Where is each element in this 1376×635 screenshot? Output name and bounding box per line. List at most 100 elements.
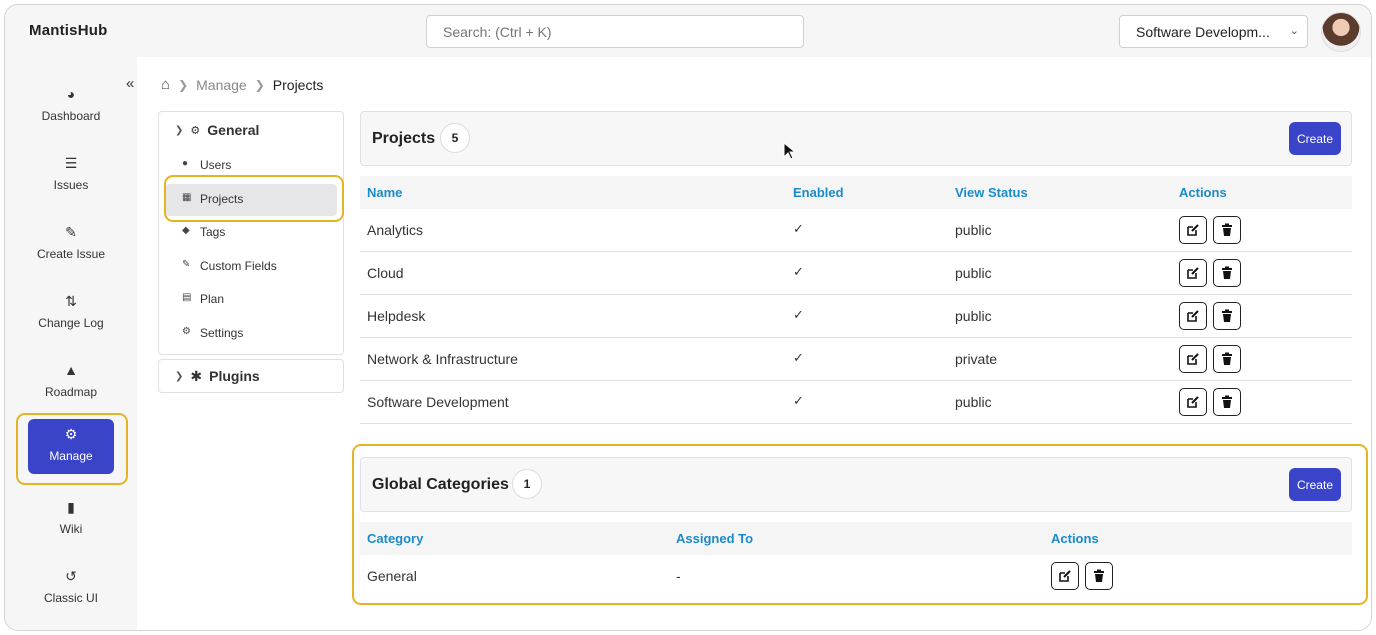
edit-icon bbox=[1187, 396, 1199, 408]
general-group-toggle[interactable]: ❯ ⚙ General bbox=[175, 122, 259, 138]
refresh-icon: ⇅ bbox=[65, 293, 77, 309]
chevron-right-icon: ❯ bbox=[175, 370, 184, 382]
sidebar-item-issues[interactable]: ☰ Issues bbox=[28, 148, 114, 204]
edit-icon bbox=[1187, 224, 1199, 236]
sidebar-item-label: Classic UI bbox=[43, 591, 98, 605]
table-row: Software Development ✓ public bbox=[360, 381, 1352, 424]
chevron-right-icon: ❯ bbox=[178, 77, 189, 92]
sidebar-item-dashboard[interactable]: ◕ Dashboard bbox=[28, 79, 114, 135]
settings-item-label: Tags bbox=[200, 225, 226, 239]
project-name[interactable]: Software Development bbox=[367, 394, 509, 410]
check-icon: ✓ bbox=[793, 264, 804, 279]
column-header[interactable]: Name bbox=[367, 185, 402, 200]
sidebar-item-roadmap[interactable]: ▲ Roadmap bbox=[28, 355, 114, 411]
main-sidebar: ◕ Dashboard ☰ Issues ✎ Create Issue ⇅ Ch… bbox=[5, 57, 137, 630]
sidebar-item-label: Create Issue bbox=[36, 247, 106, 261]
app-logo[interactable]: MantisHub bbox=[29, 22, 107, 39]
chevron-right-icon: ❯ bbox=[254, 77, 265, 92]
project-name[interactable]: Network & Infrastructure bbox=[367, 351, 518, 367]
plugins-group-label: Plugins bbox=[209, 368, 260, 384]
avatar[interactable] bbox=[1321, 12, 1361, 52]
view-status: public bbox=[955, 265, 992, 281]
projects-section-header: Projects 5 Create bbox=[360, 111, 1352, 166]
sidebar-item-classic-ui[interactable]: ↺ Classic UI bbox=[28, 561, 114, 617]
settings-item-plan[interactable]: ▤ Plan bbox=[165, 284, 337, 316]
project-name[interactable]: Helpdesk bbox=[367, 308, 425, 324]
sidebar-item-wiki[interactable]: ▮ Wiki bbox=[28, 492, 114, 548]
gear-icon: ⚙ bbox=[182, 326, 191, 337]
breadcrumb-manage[interactable]: Manage bbox=[196, 77, 247, 93]
sidebar-item-change-log[interactable]: ⇅ Change Log bbox=[28, 286, 114, 342]
sidebar-item-label: Change Log bbox=[38, 316, 104, 330]
count-badge: 5 bbox=[440, 123, 470, 153]
breadcrumb: ⌂ ❯ Manage ❯ Projects bbox=[161, 76, 323, 93]
edit-icon: ✎ bbox=[65, 224, 77, 240]
trash-icon bbox=[1222, 266, 1232, 279]
project-selector[interactable]: Software Developm... ⌄ bbox=[1119, 15, 1308, 48]
plugins-group-toggle[interactable]: ❯ ✱ Plugins bbox=[158, 359, 344, 393]
check-icon: ✓ bbox=[793, 307, 804, 322]
sidebar-item-label: Issues bbox=[53, 178, 89, 192]
column-header[interactable]: View Status bbox=[955, 185, 1028, 200]
column-header: Actions bbox=[1179, 185, 1227, 200]
create-project-button[interactable]: Create bbox=[1288, 122, 1341, 155]
edit-button[interactable] bbox=[1179, 216, 1207, 244]
tags-icon: ◆ bbox=[182, 225, 190, 236]
bank-icon: ▤ bbox=[182, 292, 192, 303]
global-categories-highlight bbox=[352, 444, 1368, 605]
settings-item-custom-fields[interactable]: ✎ Custom Fields bbox=[165, 251, 337, 283]
edit-icon bbox=[1187, 310, 1199, 322]
mouse-cursor-icon bbox=[783, 142, 795, 160]
delete-button[interactable] bbox=[1213, 388, 1241, 416]
file-icon: ▮ bbox=[67, 499, 75, 515]
chevron-down-icon: ❯ bbox=[175, 124, 184, 136]
table-row: Network & Infrastructure ✓ private bbox=[360, 338, 1352, 381]
edit-button[interactable] bbox=[1179, 259, 1207, 287]
delete-button[interactable] bbox=[1213, 216, 1241, 244]
breadcrumb-projects: Projects bbox=[272, 76, 324, 93]
table-row: Helpdesk ✓ public bbox=[360, 295, 1352, 338]
check-icon: ✓ bbox=[793, 393, 804, 408]
delete-button[interactable] bbox=[1213, 345, 1241, 373]
manage-highlight bbox=[16, 413, 128, 485]
settings-item-label: Settings bbox=[200, 326, 244, 340]
check-icon: ✓ bbox=[793, 221, 804, 236]
list-icon: ☰ bbox=[64, 155, 78, 171]
sidebar-item-label: Dashboard bbox=[41, 109, 101, 123]
column-header[interactable]: Enabled bbox=[793, 185, 844, 200]
view-status: public bbox=[955, 394, 992, 410]
general-group-label: General bbox=[207, 122, 260, 138]
delete-button[interactable] bbox=[1213, 259, 1241, 287]
sidebar-item-label: Roadmap bbox=[44, 385, 98, 399]
section-title: Projects bbox=[372, 130, 436, 147]
app-window: MantisHub Software Developm... ⌄ ◕ Dashb… bbox=[4, 4, 1372, 631]
trash-icon bbox=[1222, 223, 1232, 236]
road-icon: ▲ bbox=[64, 362, 78, 378]
settings-item-settings[interactable]: ⚙ Settings bbox=[165, 318, 337, 350]
view-status: private bbox=[955, 351, 998, 367]
edit-button[interactable] bbox=[1179, 345, 1207, 373]
edit-button[interactable] bbox=[1179, 388, 1207, 416]
view-status: public bbox=[955, 222, 992, 238]
dashboard-icon: ◕ bbox=[66, 86, 76, 102]
home-icon[interactable]: ⌂ bbox=[161, 76, 170, 93]
table-row: Analytics ✓ public bbox=[360, 209, 1352, 252]
trash-icon bbox=[1222, 309, 1232, 322]
collapse-sidebar-icon[interactable]: « bbox=[126, 75, 134, 92]
settings-item-label: Plan bbox=[200, 292, 225, 306]
delete-button[interactable] bbox=[1213, 302, 1241, 330]
sidebar-item-create-issue[interactable]: ✎ Create Issue bbox=[28, 217, 114, 273]
settings-item-label: Custom Fields bbox=[200, 259, 277, 273]
project-name[interactable]: Cloud bbox=[367, 265, 404, 281]
edit-button[interactable] bbox=[1179, 302, 1207, 330]
projects-table-header: Name Enabled View Status Actions bbox=[360, 176, 1352, 209]
check-icon: ✓ bbox=[793, 350, 804, 365]
project-name[interactable]: Analytics bbox=[367, 222, 423, 238]
search-input[interactable] bbox=[426, 15, 804, 48]
trash-icon bbox=[1222, 395, 1232, 408]
edit-icon bbox=[1187, 267, 1199, 279]
project-selector-value: Software Developm... bbox=[1136, 24, 1270, 40]
puzzle-icon: ✱ bbox=[190, 367, 203, 384]
gear-icon: ⚙ bbox=[190, 124, 201, 137]
main-content: ⌂ ❯ Manage ❯ Projects ❯ ⚙ General ● User… bbox=[137, 57, 1371, 630]
